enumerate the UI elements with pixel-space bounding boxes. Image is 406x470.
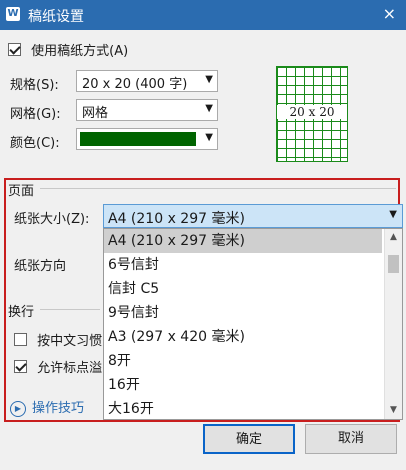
grid-value: 网格: [82, 106, 109, 121]
paper-size-select[interactable]: A4 (210 x 297 毫米) ▼: [103, 204, 403, 228]
wrap-option-1[interactable]: 按中文习惯: [14, 330, 102, 349]
grid-preview: 20 x 20: [276, 66, 348, 162]
spec-row: 规格(S): 20 x 20 (400 字) ▼: [10, 70, 230, 94]
color-row: 颜色(C): ▼: [10, 128, 230, 152]
paper-size-options: A4 (210 x 297 毫米) 6号信封 信封 C5 9号信封 A3 (297 x …: [104, 229, 402, 419]
chevron-up-icon[interactable]: ▲: [385, 229, 402, 246]
checkbox-icon[interactable]: [14, 360, 27, 373]
orientation-label: 纸张方向: [14, 259, 67, 274]
page-section-label: 页面: [8, 184, 35, 199]
paper-size-option[interactable]: 16开: [104, 373, 382, 397]
paper-size-option[interactable]: A3 (297 x 420 毫米): [104, 325, 382, 349]
wrap-option-2-label: 允许标点溢: [37, 361, 103, 376]
paper-size-option[interactable]: A4 (210 x 297 毫米): [104, 229, 382, 253]
cancel-button[interactable]: 取消: [305, 424, 397, 454]
wrap-section-label: 换行: [8, 305, 35, 320]
paper-size-label: 纸张大小(Z):: [14, 212, 90, 227]
app-icon: W: [6, 7, 20, 21]
paper-size-value: A4 (210 x 297 毫米): [108, 211, 245, 227]
paper-size-dropdown[interactable]: A4 (210 x 297 毫米) 6号信封 信封 C5 9号信封 A3 (297 x …: [103, 228, 403, 420]
checkbox-icon[interactable]: [14, 333, 27, 346]
window-title: 稿纸设置: [28, 9, 84, 25]
wrap-option-1-label: 按中文习惯: [37, 334, 103, 349]
chevron-down-icon: ▼: [205, 74, 213, 85]
color-swatch: [80, 132, 196, 146]
grid-label: 网格(G):: [10, 107, 61, 122]
paper-size-option[interactable]: 8开: [104, 349, 382, 373]
scrollbar[interactable]: ▲ ▼: [384, 229, 402, 419]
grid-select[interactable]: 网格 ▼: [76, 99, 218, 121]
chevron-down-icon: ▼: [205, 132, 213, 143]
use-grid-label: 使用稿纸方式(A): [31, 44, 129, 59]
chevron-down-icon[interactable]: ▼: [385, 402, 402, 419]
title-bar: W 稿纸设置 ×: [0, 0, 406, 30]
preview-label: 20 x 20: [277, 105, 347, 119]
tips-link[interactable]: ▶ 操作技巧: [10, 397, 84, 417]
paper-size-option[interactable]: 大16开: [104, 397, 382, 419]
section-divider: [40, 188, 396, 189]
grid-row: 网格(G): 网格 ▼: [10, 99, 230, 123]
use-grid-checkbox[interactable]: 使用稿纸方式(A): [8, 40, 128, 59]
section-divider: [40, 309, 100, 310]
wrap-option-2[interactable]: 允许标点溢: [14, 357, 102, 376]
tips-label: 操作技巧: [32, 401, 85, 416]
close-icon[interactable]: ×: [383, 4, 396, 23]
ok-button[interactable]: 确定: [203, 424, 295, 454]
spec-value: 20 x 20 (400 字): [82, 77, 188, 92]
spec-select[interactable]: 20 x 20 (400 字) ▼: [76, 70, 218, 92]
paper-size-option[interactable]: 信封 C5: [104, 277, 382, 301]
scrollbar-thumb[interactable]: [388, 255, 399, 273]
color-label: 颜色(C):: [10, 136, 60, 151]
chevron-down-icon: ▼: [389, 209, 397, 220]
checkbox-icon[interactable]: [8, 43, 21, 56]
play-circle-icon: ▶: [10, 400, 26, 417]
chevron-down-icon: ▼: [205, 103, 213, 114]
paper-size-option[interactable]: 6号信封: [104, 253, 382, 277]
color-select[interactable]: ▼: [76, 128, 218, 150]
paper-size-option[interactable]: 9号信封: [104, 301, 382, 325]
spec-label: 规格(S):: [10, 78, 59, 93]
